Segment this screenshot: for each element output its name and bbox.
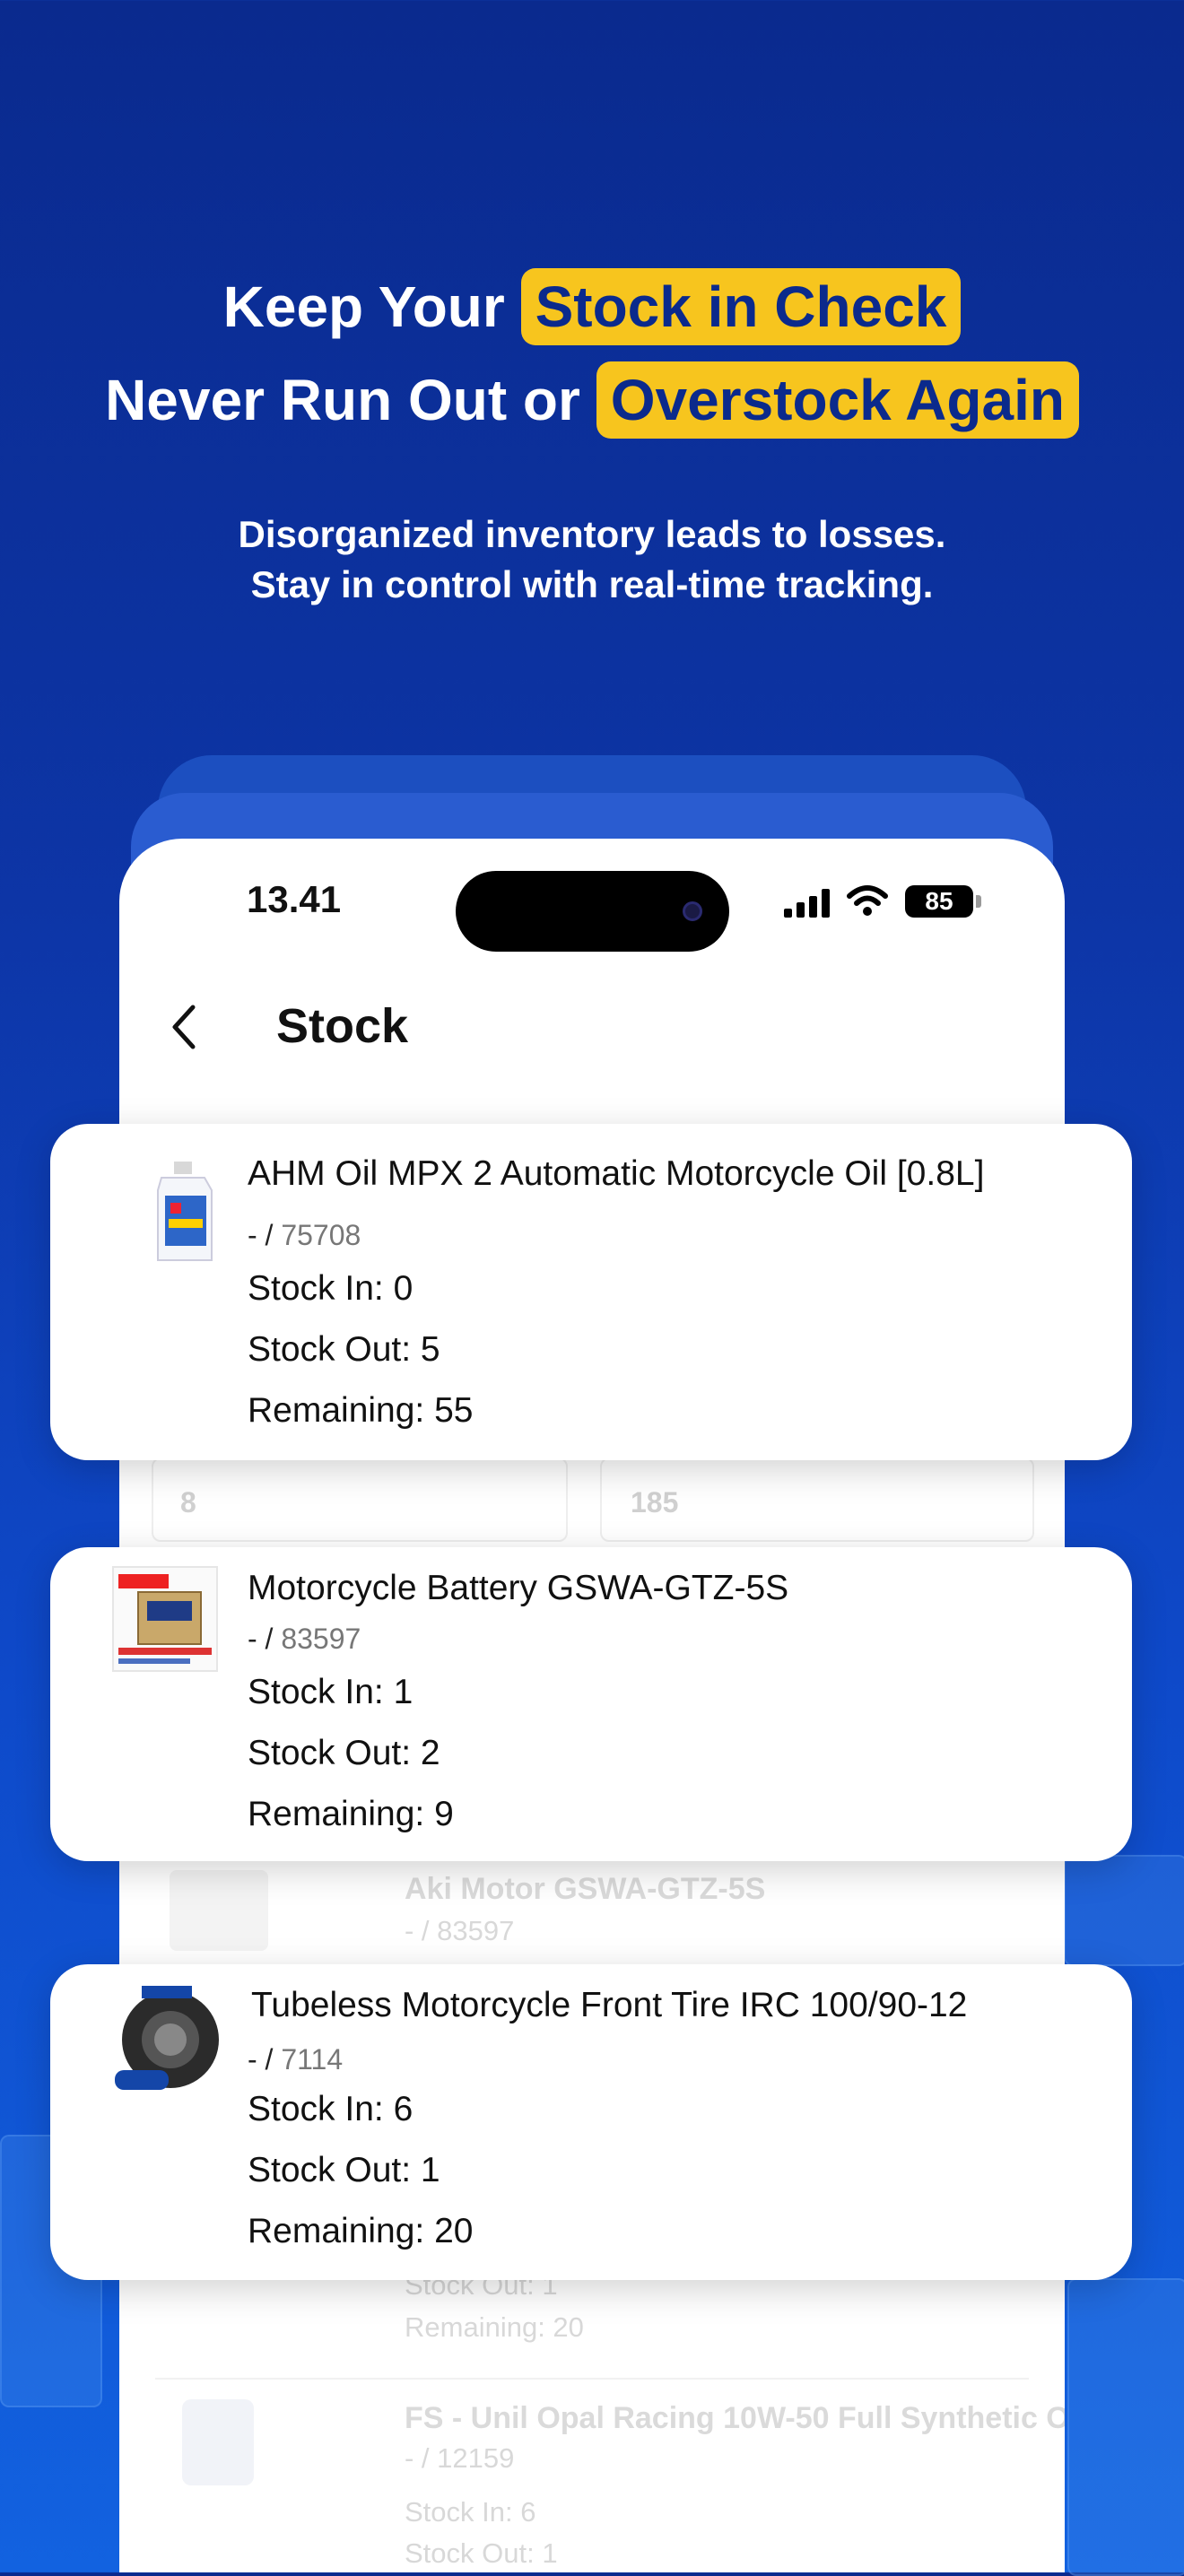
stock-out: Stock Out: 2 <box>248 1734 440 1772</box>
status-time: 13.41 <box>247 878 342 920</box>
product-name: Motorcycle Battery GSWA-GTZ-5S <box>248 1569 789 1607</box>
summary-value-right: 185 <box>631 1486 679 1519</box>
product-name: AHM Oil MPX 2 Automatic Motorcycle Oil [… <box>248 1154 985 1193</box>
stock-card[interactable]: AHM Oil MPX 2 Automatic Motorcycle Oil [… <box>50 1124 1132 1460</box>
summary-value-left: 8 <box>180 1486 196 1519</box>
tire-image <box>115 1986 219 2090</box>
stock-in: Stock In: 0 <box>248 1269 414 1308</box>
stock-card[interactable]: Tubeless Motorcycle Front Tire IRC 100/9… <box>50 1964 1132 2280</box>
product-sku: - / 7114 <box>248 2043 344 2076</box>
list-item-name: Aki Motor GSWA-GTZ-5S <box>405 1872 766 1906</box>
list-item-remaining: Remaining: 20 <box>405 2311 584 2343</box>
product-sku: - / 83597 <box>248 1623 361 1655</box>
list-divider <box>155 2378 1029 2380</box>
background-box-decor <box>1067 2278 1184 2576</box>
list-item-stock-in: Stock In: 6 <box>405 2496 536 2528</box>
product-name: Tubeless Motorcycle Front Tire IRC 100/9… <box>251 1986 968 2024</box>
list-item-name: FS - Unil Opal Racing 10W-50 Full Synthe… <box>405 2401 1065 2435</box>
remaining: Remaining: 20 <box>248 2212 474 2250</box>
signal-icon <box>784 889 832 918</box>
headline-highlight-2: Overstock Again <box>596 361 1079 439</box>
list-item-sku: - / 83597 <box>405 1915 515 1946</box>
stock-out: Stock Out: 5 <box>248 1330 440 1369</box>
stock-in: Stock In: 6 <box>248 2090 414 2128</box>
faded-thumb <box>170 1870 268 1951</box>
headline: Keep Your Stock in Check Never Run Out o… <box>0 260 1184 447</box>
camera-icon <box>683 901 702 921</box>
dynamic-island <box>456 871 729 952</box>
subtitle: Disorganized inventory leads to losses. … <box>0 509 1184 610</box>
oil-bottle-image <box>157 1162 213 1261</box>
list-item-sku: - / 12159 <box>405 2442 515 2474</box>
battery-icon: 85 <box>905 885 973 918</box>
back-arrow-icon[interactable] <box>166 1000 202 1054</box>
battery-tip <box>976 895 981 908</box>
product-sku: - / 75708 <box>248 1219 361 1251</box>
page-title: Stock <box>276 999 409 1053</box>
summary-box-left <box>152 1458 568 1542</box>
headline-line1-prefix: Keep Your <box>222 274 521 339</box>
headline-highlight-1: Stock in Check <box>520 268 962 345</box>
stock-in: Stock In: 1 <box>248 1673 414 1711</box>
battery-box-image <box>112 1566 218 1672</box>
headline-line2-prefix: Never Run Out or <box>105 368 596 432</box>
remaining: Remaining: 55 <box>248 1391 474 1430</box>
list-item-stock-out: Stock Out: 1 <box>405 2537 558 2569</box>
stock-card[interactable]: Motorcycle Battery GSWA-GTZ-5S - / 83597… <box>50 1547 1132 1861</box>
background-box-decor <box>1064 1855 1184 1966</box>
subtitle-line-2: Stay in control with real-time tracking. <box>250 563 934 605</box>
subtitle-line-1: Disorganized inventory leads to losses. <box>238 513 946 555</box>
stock-out: Stock Out: 1 <box>248 2151 440 2189</box>
remaining: Remaining: 9 <box>248 1795 454 1833</box>
wifi-icon <box>847 885 888 916</box>
faded-thumb <box>182 2399 254 2485</box>
